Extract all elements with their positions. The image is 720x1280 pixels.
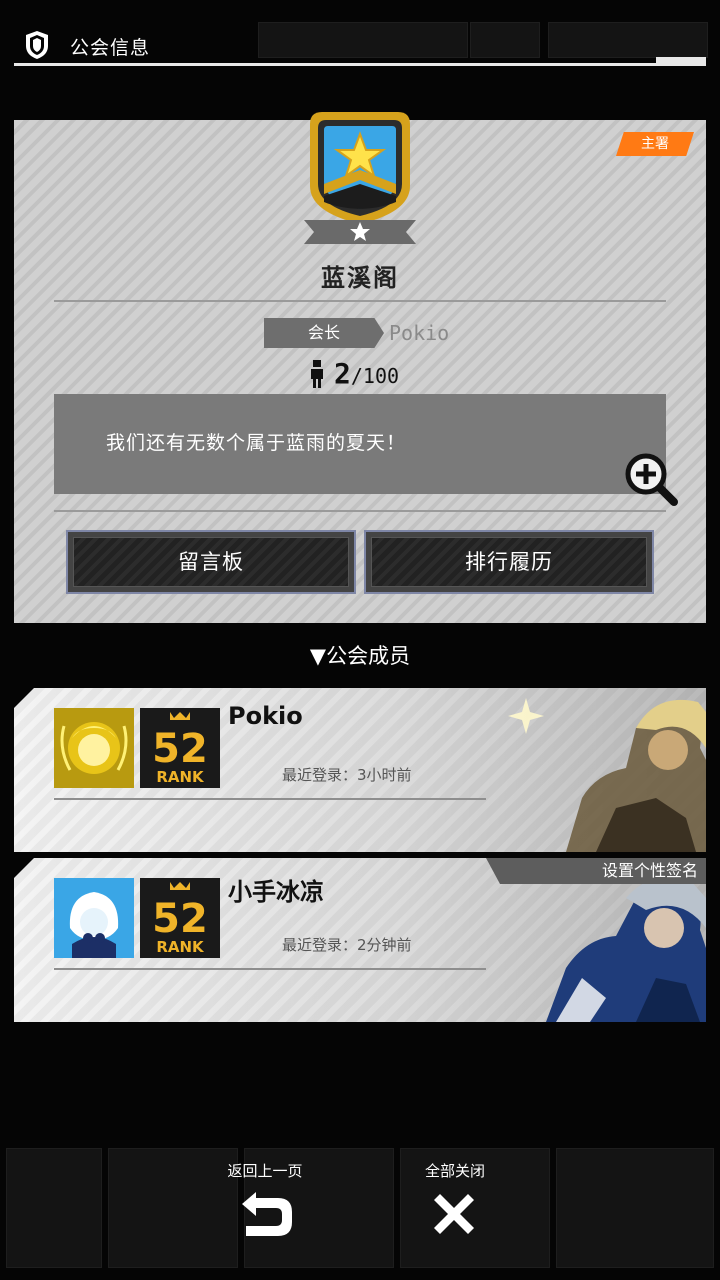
rank-badge-icon: 52 RANK (140, 878, 220, 958)
back-label: 返回上一页 (227, 1162, 303, 1180)
member-card[interactable]: 52 RANK Pokio 最近登录：3小时前 (14, 688, 706, 852)
divider (54, 510, 666, 512)
main-guild-badge: 主署 (616, 132, 694, 156)
rank-badge-icon: 52 RANK (140, 708, 220, 788)
leader-label: 会长 (264, 318, 384, 348)
divider (54, 300, 666, 302)
divider (54, 968, 486, 970)
message-board-button[interactable]: 留言板 (66, 530, 356, 594)
member-avatar (54, 708, 134, 788)
ranking-history-label: 排行履历 (371, 537, 647, 587)
member-name: Pokio (228, 702, 303, 730)
rank-label: RANK (156, 938, 205, 956)
divider (54, 798, 486, 800)
member-last-login: 最近登录：2分钟前 (282, 936, 412, 954)
member-count-current: 2 (334, 357, 351, 390)
member-count-capacity: /100 (350, 364, 400, 388)
header-divider (14, 63, 706, 66)
rank-number: 52 (152, 726, 208, 772)
message-board-label: 留言板 (73, 537, 349, 587)
member-avatar (54, 878, 134, 958)
member-card[interactable]: 设置个性签名 52 RANK 小手冰凉 最近登录：2分钟前 (14, 858, 706, 1022)
leader-name: Pokio (389, 321, 450, 345)
members-section-title[interactable]: ▼公会成员 (0, 640, 720, 670)
character-portrait (508, 698, 706, 852)
close-icon[interactable] (424, 1184, 484, 1244)
page-title: 公会信息 (70, 37, 151, 59)
close-all-label: 全部关闭 (424, 1162, 485, 1180)
shield-icon (26, 31, 48, 59)
member-last-login: 最近登录：3小时前 (282, 766, 412, 784)
guild-motto: 我们还有无数个属于蓝雨的夏天！ (106, 432, 407, 454)
rank-number: 52 (152, 896, 208, 942)
member-count: 2 /100 (310, 356, 399, 388)
zoom-in-icon[interactable] (622, 450, 680, 508)
guild-motto-box: 我们还有无数个属于蓝雨的夏天！ (54, 394, 666, 494)
person-icon (311, 360, 323, 388)
back-arrow-icon[interactable] (236, 1184, 296, 1244)
header-divider-accent (656, 57, 706, 63)
rank-label: RANK (156, 768, 205, 786)
header: 公会信息 (0, 0, 720, 70)
ranking-history-button[interactable]: 排行履历 (364, 530, 654, 594)
member-name: 小手冰凉 (228, 878, 324, 906)
guild-info-card: 主署 蓝溪阁 会长 Pokio 2 /100 我们还有无数个属于蓝雨的夏天！ 留 (14, 112, 706, 623)
set-signature-button[interactable]: 设置个性签名 (486, 858, 706, 884)
guild-emblem-icon (304, 112, 416, 244)
guild-name: 蓝溪阁 (321, 264, 399, 292)
